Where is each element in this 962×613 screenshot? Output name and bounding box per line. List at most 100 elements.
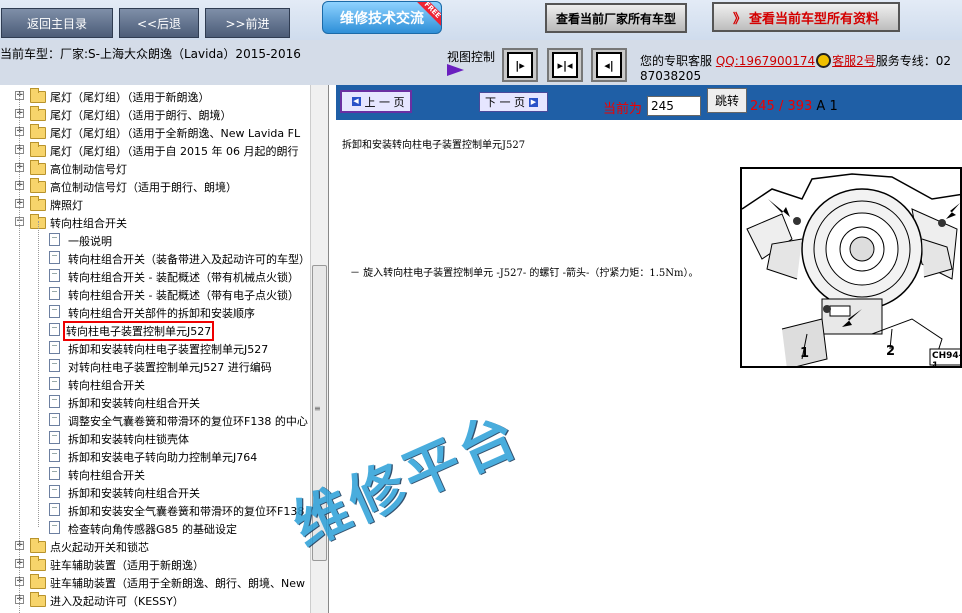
document-icon bbox=[49, 449, 60, 462]
tree-folder-label[interactable]: 牌照灯 bbox=[50, 197, 83, 213]
tree-folder-row[interactable]: + 尾灯（尾灯组）（适用于自 2015 年 06 月起的朗行 bbox=[0, 141, 310, 159]
arrow-right-icon: ▶ bbox=[529, 97, 538, 107]
tree-doc-row[interactable]: 转向柱组合开关部件的拆卸和安装顺序 bbox=[0, 303, 310, 321]
tree-doc-label[interactable]: 拆卸和安装电子转向助力控制单元J764 bbox=[68, 449, 257, 465]
tree-doc-label[interactable]: 转向柱组合开关 - 装配概述（带有电子点火锁） bbox=[68, 287, 299, 303]
document-icon bbox=[49, 233, 60, 246]
folder-icon bbox=[30, 556, 46, 571]
page-count-tail: A 1 bbox=[812, 99, 838, 114]
tree-doc-label[interactable]: 一般说明 bbox=[68, 233, 112, 249]
tree-doc-row[interactable]: 转向柱组合开关 - 装配概述（带有机械点火锁） bbox=[0, 267, 310, 285]
tree-folder-row[interactable]: + 高位制动信号灯（适用于朗行、朗境） bbox=[0, 177, 310, 195]
current-page-label: 当前为 bbox=[603, 102, 643, 117]
tree-doc-label[interactable]: 调整安全气囊卷簧和带滑环的复位环F138 的中心 bbox=[68, 413, 308, 429]
tree-folder-row[interactable]: − 转向柱组合开关 bbox=[0, 213, 310, 231]
tree-doc-row[interactable]: 转向柱电子装置控制单元J527 bbox=[0, 321, 310, 341]
tree-doc-label[interactable]: 拆卸和安装转向柱组合开关 bbox=[68, 395, 200, 411]
back-button[interactable]: <<后退 bbox=[119, 8, 199, 38]
tree-folder-label[interactable]: 驻车辅助装置（适用于新朗逸） bbox=[50, 557, 204, 573]
folder-icon bbox=[30, 592, 46, 607]
prev-page-button[interactable]: ◀ 上 一 页 bbox=[340, 90, 412, 113]
tree-folder-label[interactable]: 尾灯（尾灯组）（适用于全新朗逸、New Lavida FL bbox=[50, 125, 300, 141]
go-button[interactable]: 跳转 bbox=[707, 88, 747, 113]
tree-folder-label[interactable]: 进入及起动许可（KESSY） bbox=[50, 593, 184, 609]
tree-doc-label[interactable]: 拆卸和安装转向柱锁壳体 bbox=[68, 431, 189, 447]
tree-folder-label[interactable]: 点火起动开关和锁芯 bbox=[50, 539, 149, 555]
tree-doc-row[interactable]: 拆卸和安装转向柱组合开关 bbox=[0, 393, 310, 411]
prev-page-label: 上 一 页 bbox=[364, 95, 405, 109]
tree-folder-row[interactable]: + 高位制动信号灯 bbox=[0, 159, 310, 177]
tree-doc-label[interactable]: 拆卸和安装转向柱电子装置控制单元J527 bbox=[68, 341, 268, 357]
tree-folder-label[interactable]: 尾灯（尾灯组）（适用于自 2015 年 06 月起的朗行 bbox=[50, 143, 298, 159]
tree-connector-line bbox=[38, 221, 39, 527]
tree-doc-row[interactable]: 拆卸和安装转向柱组合开关 bbox=[0, 483, 310, 501]
document-icon bbox=[49, 305, 60, 318]
double-chevron-icon: 》 bbox=[732, 11, 746, 27]
split-arrows-icon: ▸|◂ bbox=[552, 52, 578, 78]
home-button[interactable]: 返回主目录 bbox=[1, 8, 113, 38]
qq-link[interactable]: QQ:1967900174 bbox=[716, 54, 815, 68]
document-icon bbox=[49, 251, 60, 264]
tree-doc-row[interactable]: 转向柱组合开关 bbox=[0, 375, 310, 393]
tree-doc-label-selected[interactable]: 转向柱电子装置控制单元J527 bbox=[63, 321, 215, 341]
tree-doc-row[interactable]: 检查转向角传感器G85 的基础设定 bbox=[0, 519, 310, 537]
tree-doc-row[interactable]: 拆卸和安装安全气囊卷簧和带滑环的复位环F138 bbox=[0, 501, 310, 519]
next-page-button[interactable]: 下 一 页 ▶ bbox=[479, 92, 548, 112]
forward-button[interactable]: >>前进 bbox=[205, 8, 290, 38]
folder-icon bbox=[30, 142, 46, 157]
tree-doc-label[interactable]: 转向柱组合开关部件的拆卸和安装顺序 bbox=[68, 305, 255, 321]
view-expand-left-button[interactable]: ◂| bbox=[591, 48, 627, 82]
view-split-button[interactable]: ▸|◂ bbox=[547, 48, 583, 82]
tree-doc-row[interactable]: 转向柱组合开关（装备带进入及起动许可的车型） bbox=[0, 249, 310, 267]
tree-doc-label[interactable]: 转向柱组合开关 bbox=[68, 377, 145, 393]
all-manufacturer-models-button[interactable]: 查看当前厂家所有车型 bbox=[545, 3, 687, 33]
tree-doc-row[interactable]: 对转向柱电子装置控制单元J527 进行编码 bbox=[0, 357, 310, 375]
all-model-docs-button[interactable]: 》 查看当前车型所有资料 bbox=[712, 2, 900, 32]
tree-folder-row[interactable]: + 点火起动开关和锁芯 bbox=[0, 537, 310, 555]
tree-folder-row[interactable]: + 驻车辅助装置（适用于全新朗逸、朗行、朗境、New bbox=[0, 573, 310, 591]
tree-folder-row[interactable]: + 驻车辅助装置（适用于新朗逸） bbox=[0, 555, 310, 573]
steering-column-diagram: 1 2 CH94-1 bbox=[740, 167, 962, 368]
catalog-tree-panel: + 尾灯（尾灯组）（适用于新朗逸） + 尾灯（尾灯组）（适用于朗行、朗境） + 尾灯（尾灯… bbox=[0, 85, 329, 613]
hotline-number-tail: 87038205 bbox=[640, 69, 702, 83]
tree-doc-row[interactable]: 转向柱组合开关 bbox=[0, 465, 310, 483]
tree-doc-label[interactable]: 转向柱组合开关（装备带进入及起动许可的车型） bbox=[68, 251, 310, 267]
tree-folder-row[interactable]: + 进入及起动许可（KESSY） bbox=[0, 591, 310, 609]
steering-column-illustration bbox=[742, 169, 960, 366]
tree-folder-label[interactable]: 高位制动信号灯（适用于朗行、朗境） bbox=[50, 179, 237, 195]
tree-doc-row[interactable]: 转向柱组合开关 - 装配概述（带有电子点火锁） bbox=[0, 285, 310, 303]
folder-icon bbox=[30, 106, 46, 121]
view-expand-right-button[interactable]: |▸ bbox=[502, 48, 538, 82]
page-number-input[interactable] bbox=[647, 96, 701, 116]
tree-folder-row[interactable]: + 牌照灯 bbox=[0, 195, 310, 213]
document-icon bbox=[49, 431, 60, 444]
tree-folder-label[interactable]: 驻车辅助装置（适用于全新朗逸、朗行、朗境、New bbox=[50, 575, 305, 591]
tree-doc-label[interactable]: 转向柱组合开关 - 装配概述（带有机械点火锁） bbox=[68, 269, 299, 285]
tree-doc-row[interactable]: 拆卸和安装转向柱电子装置控制单元J527 bbox=[0, 339, 310, 357]
tree-folder-label[interactable]: 尾灯（尾灯组）（适用于新朗逸） bbox=[50, 89, 210, 105]
tree-doc-label[interactable]: 转向柱组合开关 bbox=[68, 467, 145, 483]
tree-doc-label[interactable]: 拆卸和安装转向柱组合开关 bbox=[68, 485, 200, 501]
tree-doc-row[interactable]: 调整安全气囊卷簧和带滑环的复位环F138 的中心 bbox=[0, 411, 310, 429]
tree-folder-label[interactable]: 转向柱组合开关 bbox=[50, 215, 127, 231]
document-icon bbox=[49, 287, 60, 300]
tree-folder-label[interactable]: 高位制动信号灯 bbox=[50, 161, 127, 177]
tree-doc-label[interactable]: 对转向柱电子装置控制单元J527 进行编码 bbox=[68, 359, 272, 375]
tree-folder-row[interactable]: + 尾灯（尾灯组）（适用于全新朗逸、New Lavida FL bbox=[0, 123, 310, 141]
tree-doc-row[interactable]: 拆卸和安装转向柱锁壳体 bbox=[0, 429, 310, 447]
folder-icon bbox=[30, 88, 46, 103]
repair-forum-button[interactable]: 维修技术交流 FREE bbox=[322, 1, 442, 34]
tree-doc-label[interactable]: 拆卸和安装安全气囊卷簧和带滑环的复位环F138 bbox=[68, 503, 304, 519]
tree-doc-row[interactable]: 拆卸和安装电子转向助力控制单元J764 bbox=[0, 447, 310, 465]
tree-doc-row[interactable]: 一般说明 bbox=[0, 231, 310, 249]
tree-folder-label[interactable]: 尾灯（尾灯组）（适用于朗行、朗境） bbox=[50, 107, 232, 123]
kefu2-link[interactable]: 客服2号 bbox=[832, 54, 876, 68]
document-icon bbox=[49, 413, 60, 426]
tree-folder-row[interactable]: + 尾灯（尾灯组）（适用于朗行、朗境） bbox=[0, 105, 310, 123]
document-icon bbox=[49, 269, 60, 282]
tree-doc-label[interactable]: 检查转向角传感器G85 的基础设定 bbox=[68, 521, 237, 537]
tree-folder-row[interactable]: + 尾灯（尾灯组）（适用于新朗逸） bbox=[0, 87, 310, 105]
support-label: 您的专职客服 bbox=[640, 54, 713, 68]
page-count: 245 / 393 A 1 bbox=[750, 99, 838, 114]
folder-icon bbox=[30, 574, 46, 589]
